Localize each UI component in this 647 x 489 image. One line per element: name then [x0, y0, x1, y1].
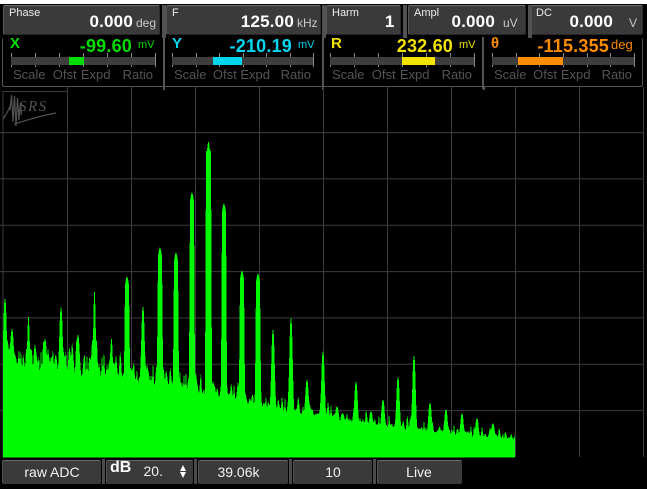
svg-text:SRS: SRS: [19, 99, 48, 115]
